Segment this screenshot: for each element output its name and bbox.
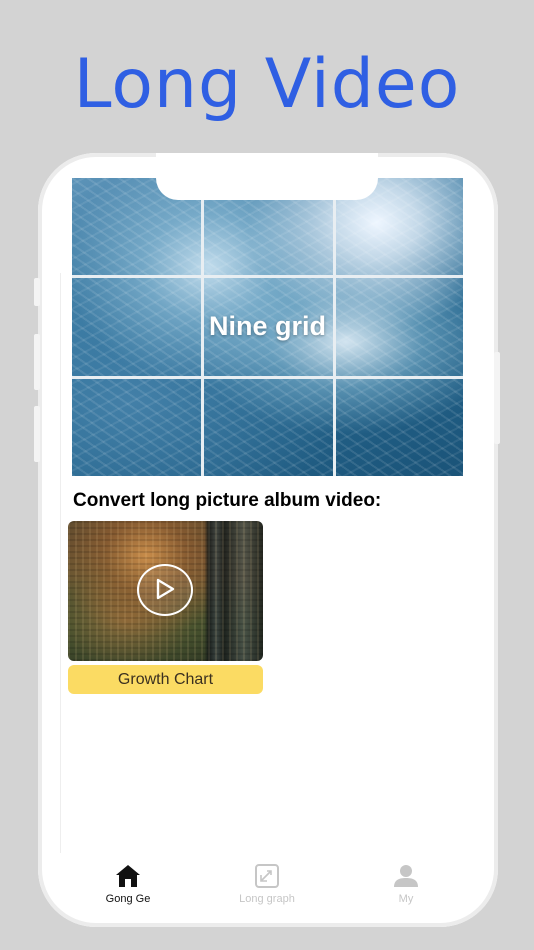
growth-chart-button[interactable]: Growth Chart xyxy=(68,665,263,694)
tab-my[interactable]: My xyxy=(346,853,466,913)
play-triangle-icon xyxy=(156,578,175,600)
banner-label: Nine grid xyxy=(208,311,326,341)
grid-line-horizontal xyxy=(72,275,463,278)
phone-side-button xyxy=(34,334,40,390)
expand-frame-icon xyxy=(255,864,279,888)
nine-grid-banner[interactable]: Nine grid xyxy=(72,178,463,476)
section-heading: Convert long picture album video: xyxy=(73,490,382,511)
play-icon[interactable] xyxy=(137,564,193,616)
phone-side-button xyxy=(34,406,40,462)
phone-notch xyxy=(156,153,378,200)
screen-edge xyxy=(60,273,61,853)
promo-title: Long Video xyxy=(73,45,461,124)
phone-side-button xyxy=(494,352,500,444)
video-card-thumbnail[interactable] xyxy=(68,521,263,661)
person-icon xyxy=(394,865,418,887)
tab-label: My xyxy=(398,893,414,905)
home-icon xyxy=(116,865,140,887)
tab-label: Gong Ge xyxy=(105,893,151,905)
grid-line-horizontal xyxy=(72,376,463,379)
tab-long-graph[interactable]: Long graph xyxy=(207,853,327,913)
tab-gong-ge[interactable]: Gong Ge xyxy=(68,853,188,913)
phone-frame: Nine grid Convert long picture album vid… xyxy=(38,153,498,927)
tab-label: Long graph xyxy=(239,893,295,905)
phone-side-button xyxy=(34,278,40,306)
tab-bar: Gong Ge Long graph My xyxy=(38,853,498,913)
